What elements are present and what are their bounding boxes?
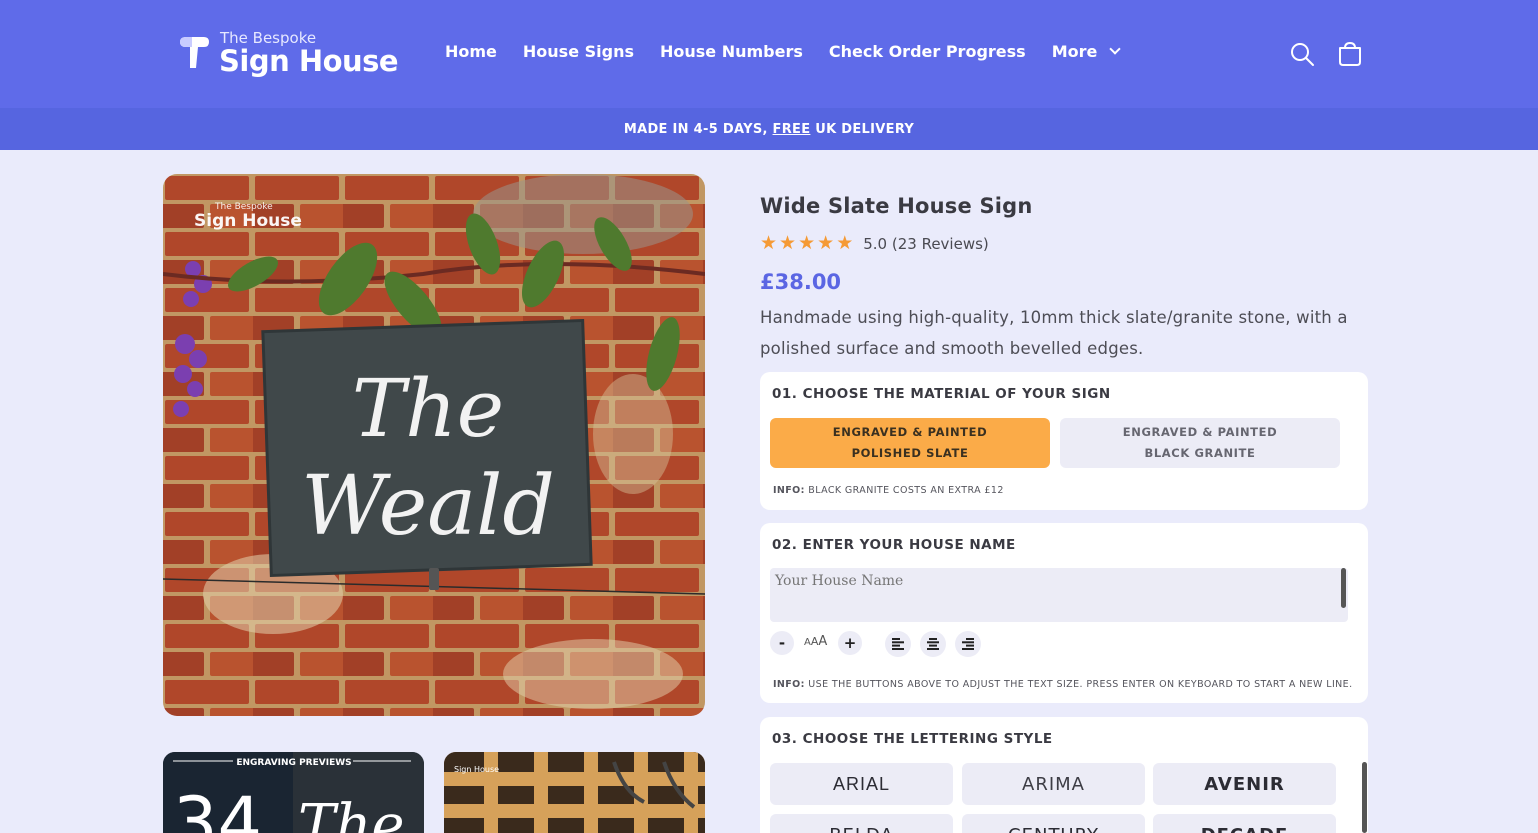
main-nav: Home House Signs House Numbers Check Ord…	[445, 42, 1122, 61]
nav-more[interactable]: More	[1051, 42, 1122, 61]
nav-house-signs[interactable]: House Signs	[523, 42, 634, 61]
star-icon: ★	[836, 232, 854, 254]
thumbnail-2-image: Sign House	[444, 752, 705, 833]
thumb1-script: The	[298, 793, 405, 833]
thumb1-caption: ENGRAVING PREVIEWS	[236, 758, 351, 768]
options-scrollbar[interactable]	[1362, 762, 1367, 833]
option-b-line2: BLACK GRANITE	[1144, 446, 1256, 460]
product-main-image[interactable]: The Weald The Bespoke Sign House	[163, 174, 705, 716]
nav-home[interactable]: Home	[445, 42, 497, 61]
lettering-step-title: 03. CHOOSE THE LETTERING STYLE	[772, 731, 1053, 747]
align-right-icon	[962, 638, 974, 650]
text-size-label: AAA	[804, 634, 828, 649]
font-option-arima[interactable]: ARIMA	[962, 763, 1145, 805]
option-b-line1: ENGRAVED & PAINTED	[1122, 425, 1278, 439]
star-icon: ★	[760, 232, 778, 254]
site-header: The Bespoke Sign House Home House Signs …	[0, 0, 1538, 108]
house-name-input[interactable]	[770, 568, 1348, 622]
site-logo[interactable]: The Bespoke Sign House	[176, 28, 406, 84]
sign-text-line1: The	[352, 362, 504, 455]
font-option-belda[interactable]: BELDA	[770, 814, 953, 833]
thumbnail-1-image: ENGRAVING PREVIEWS 34 The	[163, 752, 424, 833]
material-info: INFO: BLACK GRANITE COSTS AN EXTRA £12	[773, 485, 1004, 496]
text-size-decrease-button[interactable]: -	[770, 631, 794, 655]
rating-text: 5.0 (23 Reviews)	[863, 234, 989, 253]
align-left-icon	[892, 638, 904, 650]
house-name-step-title: 02. ENTER YOUR HOUSE NAME	[772, 537, 1016, 553]
font-option-century[interactable]: CENTURY	[962, 814, 1145, 833]
nav-check-order-progress[interactable]: Check Order Progress	[829, 42, 1026, 61]
logo-mark-icon	[180, 37, 209, 68]
star-icon: ★	[798, 232, 816, 254]
material-info-text: BLACK GRANITE COSTS AN EXTRA £12	[804, 485, 1004, 496]
watermark-big: Sign House	[194, 211, 302, 231]
material-option-black-granite[interactable]: ENGRAVED & PAINTED BLACK GRANITE	[1060, 418, 1340, 468]
product-title: Wide Slate House Sign	[760, 194, 1033, 218]
font-option-arial[interactable]: ARIAL	[770, 763, 953, 805]
material-info-label: INFO:	[773, 485, 805, 496]
thumbnail-trellis[interactable]: Sign House	[444, 752, 705, 833]
product-price: £38.00	[760, 270, 842, 294]
house-name-info-label: INFO:	[773, 679, 805, 690]
text-size-increase-button[interactable]: +	[838, 631, 862, 655]
textarea-scrollbar[interactable]	[1341, 568, 1346, 608]
align-right-button[interactable]	[955, 631, 981, 657]
announcement-text-end: UK DELIVERY	[810, 121, 915, 137]
thumb1-number: 34	[173, 782, 262, 833]
star-icon: ★	[817, 232, 835, 254]
thumbnail-engraving-previews[interactable]: ENGRAVING PREVIEWS 34 The	[163, 752, 424, 833]
option-a-line1: ENGRAVED & PAINTED	[832, 425, 988, 439]
search-icon[interactable]	[1288, 40, 1316, 68]
product-description: Handmade using high-quality, 10mm thick …	[760, 308, 1348, 358]
product-photo: The Weald The Bespoke Sign House	[163, 174, 705, 716]
house-name-info: INFO: USE THE BUTTONS ABOVE TO ADJUST TH…	[773, 679, 1353, 690]
material-step-title: 01. CHOOSE THE MATERIAL OF YOUR SIGN	[772, 386, 1111, 402]
material-option-polished-slate[interactable]: ENGRAVED & PAINTED POLISHED SLATE	[770, 418, 1050, 468]
star-icon: ★	[779, 232, 797, 254]
announcement-text-start: MADE IN 4-5 DAYS,	[623, 121, 773, 137]
material-step-card: 01. CHOOSE THE MATERIAL OF YOUR SIGN ENG…	[760, 372, 1368, 510]
announcement-free-link[interactable]: FREE	[773, 122, 811, 137]
sign-text-line2: Weald	[301, 459, 555, 554]
font-option-decade[interactable]: DECADE	[1153, 814, 1336, 833]
font-option-avenir[interactable]: AVENIR	[1153, 763, 1336, 805]
align-center-icon	[927, 638, 939, 650]
thumb2-watermark: Sign House	[454, 765, 499, 774]
house-name-info-text: USE THE BUTTONS ABOVE TO ADJUST THE TEXT…	[804, 679, 1353, 690]
product-rating[interactable]: ★ ★ ★ ★ ★ 5.0 (23 Reviews)	[760, 234, 989, 253]
chevron-down-icon	[1109, 43, 1122, 55]
nav-more-label: More	[1051, 42, 1098, 61]
cart-icon[interactable]	[1336, 40, 1364, 68]
house-name-step-card: 02. ENTER YOUR HOUSE NAME - AAA + INFO: …	[760, 523, 1368, 703]
lettering-step-card: 03. CHOOSE THE LETTERING STYLE ARIAL ARI…	[760, 717, 1368, 833]
align-center-button[interactable]	[920, 631, 946, 657]
nav-house-numbers[interactable]: House Numbers	[660, 42, 803, 61]
align-left-button[interactable]	[885, 631, 911, 657]
option-a-line2: POLISHED SLATE	[851, 446, 969, 460]
announcement-bar: MADE IN 4-5 DAYS, FREE UK DELIVERY	[0, 108, 1538, 150]
logo-big-text: Sign House	[219, 44, 399, 78]
